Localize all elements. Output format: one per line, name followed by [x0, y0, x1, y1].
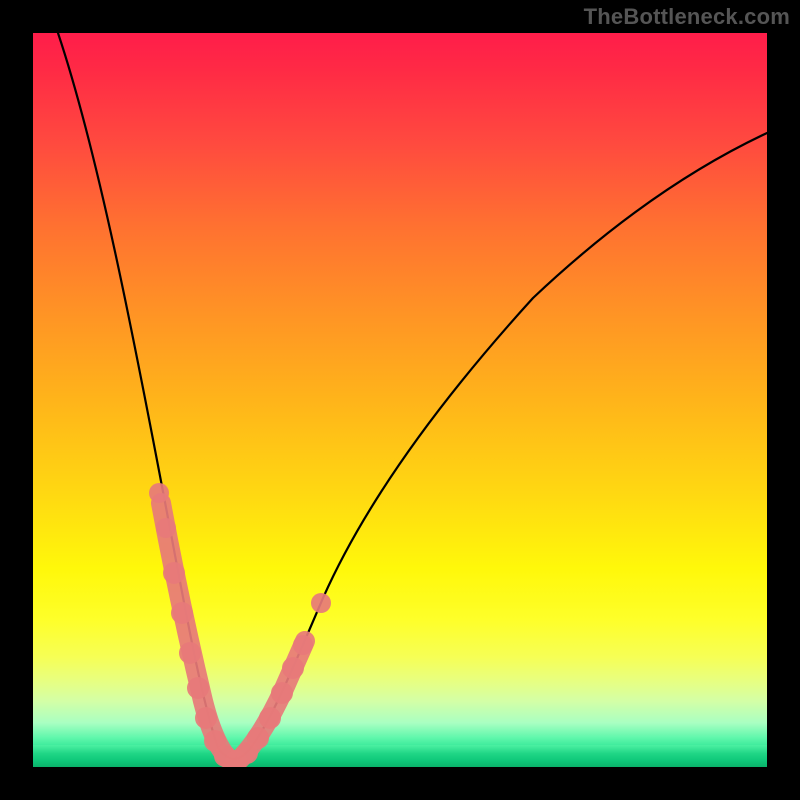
data-dot — [187, 677, 209, 699]
data-dot — [156, 518, 176, 538]
chart-frame: TheBottleneck.com — [0, 0, 800, 800]
data-dot — [271, 682, 293, 704]
data-dot — [163, 562, 185, 584]
data-dot — [259, 707, 281, 729]
data-dot — [179, 642, 201, 664]
data-dot — [293, 635, 313, 655]
plot-area — [33, 33, 767, 767]
watermark-label: TheBottleneck.com — [584, 4, 790, 30]
bottleneck-curve-svg — [33, 33, 767, 767]
data-dot — [311, 593, 331, 613]
data-dot — [149, 483, 169, 503]
data-dot — [195, 707, 217, 729]
data-dot — [247, 727, 269, 749]
main-curve-path — [58, 33, 767, 759]
data-dot — [282, 657, 304, 679]
data-dot — [171, 602, 193, 624]
